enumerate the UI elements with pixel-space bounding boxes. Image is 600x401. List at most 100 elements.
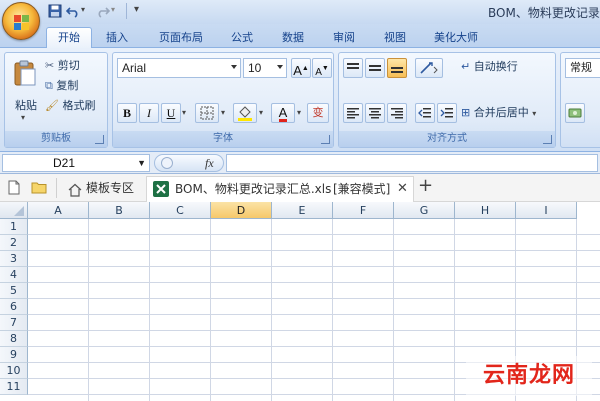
underline-button[interactable]: U [161,103,181,123]
row-header-9[interactable]: 9 [0,347,28,363]
align-right-icon [391,108,403,119]
name-box-dropdown-icon[interactable]: ▼ [137,155,146,171]
row-header-7[interactable]: 7 [0,315,28,331]
increase-indent-button[interactable] [437,103,457,123]
font-size-value: 10 [248,61,262,75]
align-top-button[interactable] [343,58,363,78]
scissors-icon: ✂ [45,59,55,72]
paste-dropdown-icon[interactable]: ▾ [21,113,25,122]
select-all-corner[interactable] [0,202,28,219]
tab-insert[interactable]: 插入 [99,28,135,48]
column-header-h[interactable]: H [455,202,516,219]
decrease-indent-button[interactable] [415,103,435,123]
tab-template-zone[interactable]: 模板专区 [64,176,142,202]
align-center-button[interactable] [365,103,385,123]
document-tab-bar: 模板专区 BOM、物料更改记录汇总.xls [兼容模式] ✕ + [0,174,600,202]
row-header-10[interactable]: 10 [0,363,28,379]
tab-page-layout[interactable]: 页面布局 [150,28,212,48]
formula-bar-handle-icon[interactable] [161,157,173,169]
clipboard-dialog-launcher[interactable] [95,135,104,144]
close-tab-icon[interactable]: ✕ [397,177,408,201]
font-size-dropdown-icon[interactable] [277,65,283,69]
font-name-combo[interactable]: Arial [117,58,241,78]
shrink-font-label: A [315,67,322,78]
row-header-5[interactable]: 5 [0,283,28,299]
tab-active-workbook[interactable]: BOM、物料更改记录汇总.xls [兼容模式] ✕ [146,176,414,202]
row-header-8[interactable]: 8 [0,331,28,347]
grow-font-button[interactable]: A▲ [291,58,311,78]
copy-button[interactable]: ⧉ 复制 [45,77,78,95]
alignment-dialog-launcher[interactable] [543,135,552,144]
office-button[interactable] [2,2,40,40]
formula-input[interactable] [226,154,598,172]
open-folder-icon[interactable] [31,181,47,197]
save-icon[interactable] [48,4,62,18]
font-color-button[interactable]: A [271,103,295,123]
bold-button[interactable]: B [117,103,137,123]
clipboard-group-label: 剪贴板 [5,131,107,147]
column-header-g[interactable]: G [394,202,455,219]
wrap-text-label: 自动换行 [473,60,518,73]
borders-dropdown-icon[interactable]: ▾ [221,108,225,117]
tab-home[interactable]: 开始 [46,27,92,49]
undo-dropdown-icon[interactable]: ▾ [81,5,85,14]
orientation-button[interactable] [415,58,443,78]
redo-dropdown-icon[interactable]: ▾ [111,5,115,14]
underline-dropdown-icon[interactable]: ▾ [182,108,186,117]
redo-icon[interactable] [96,4,111,18]
column-header-d[interactable]: D [211,202,272,219]
column-header-i[interactable]: I [516,202,577,219]
name-box[interactable]: D21 ▼ [2,154,150,172]
align-bottom-button[interactable] [387,58,407,78]
column-header-c[interactable]: C [150,202,211,219]
font-name-dropdown-icon[interactable] [231,65,237,69]
borders-button[interactable] [195,103,219,123]
tab-view[interactable]: 视图 [375,28,415,48]
format-painter-icon: 🖌 [45,99,59,112]
column-header-a[interactable]: A [28,202,89,219]
accounting-format-button[interactable] [565,103,585,123]
wrap-text-button[interactable]: ↵ 自动换行 [461,58,518,76]
merge-center-button[interactable]: ⊞ 合并后居中 ▾ [461,104,536,122]
row-header-4[interactable]: 4 [0,267,28,283]
shrink-font-button[interactable]: A▼ [312,58,332,78]
align-middle-button[interactable] [365,58,385,78]
paste-button[interactable]: 粘贴 ▾ [9,57,41,127]
font-color-dropdown-icon[interactable]: ▾ [297,108,301,117]
font-group-label: 字体 [113,131,333,147]
align-left-button[interactable] [343,103,363,123]
qat-customize-icon[interactable]: ▾ [134,4,139,15]
copy-icon: ⧉ [45,79,53,92]
cut-button[interactable]: ✂ 剪切 [45,57,80,75]
row-header-1[interactable]: 1 [0,219,28,235]
tab-data[interactable]: 数据 [273,28,313,48]
new-tab-button[interactable]: + [418,175,433,196]
grow-font-icon: ▲ [301,64,309,72]
number-format-combo[interactable]: 常规 [565,58,600,78]
formula-tools: fx [154,154,224,172]
row-header-11[interactable]: 11 [0,379,28,395]
tab-beautify-master[interactable]: 美化大师 [426,28,486,48]
row-header-3[interactable]: 3 [0,251,28,267]
excel-file-icon [153,181,169,197]
align-right-button[interactable] [387,103,407,123]
fill-color-dropdown-icon[interactable]: ▾ [259,108,263,117]
row-header-6[interactable]: 6 [0,299,28,315]
merge-center-dropdown-icon[interactable]: ▾ [532,109,536,118]
align-middle-icon [369,65,381,71]
font-size-combo[interactable]: 10 [243,58,287,78]
column-header-e[interactable]: E [272,202,333,219]
tab-formulas[interactable]: 公式 [222,28,262,48]
insert-function-button[interactable]: fx [205,156,214,171]
phonetic-guide-button[interactable]: 变 [307,103,329,123]
column-header-f[interactable]: F [333,202,394,219]
fill-color-button[interactable] [233,103,257,123]
tab-review[interactable]: 审阅 [324,28,364,48]
new-document-icon[interactable] [8,180,20,198]
column-header-b[interactable]: B [89,202,150,219]
row-header-2[interactable]: 2 [0,235,28,251]
undo-icon[interactable] [65,4,80,18]
format-painter-button[interactable]: 🖌 格式刷 [45,97,95,115]
font-dialog-launcher[interactable] [321,135,330,144]
italic-button[interactable]: I [139,103,159,123]
